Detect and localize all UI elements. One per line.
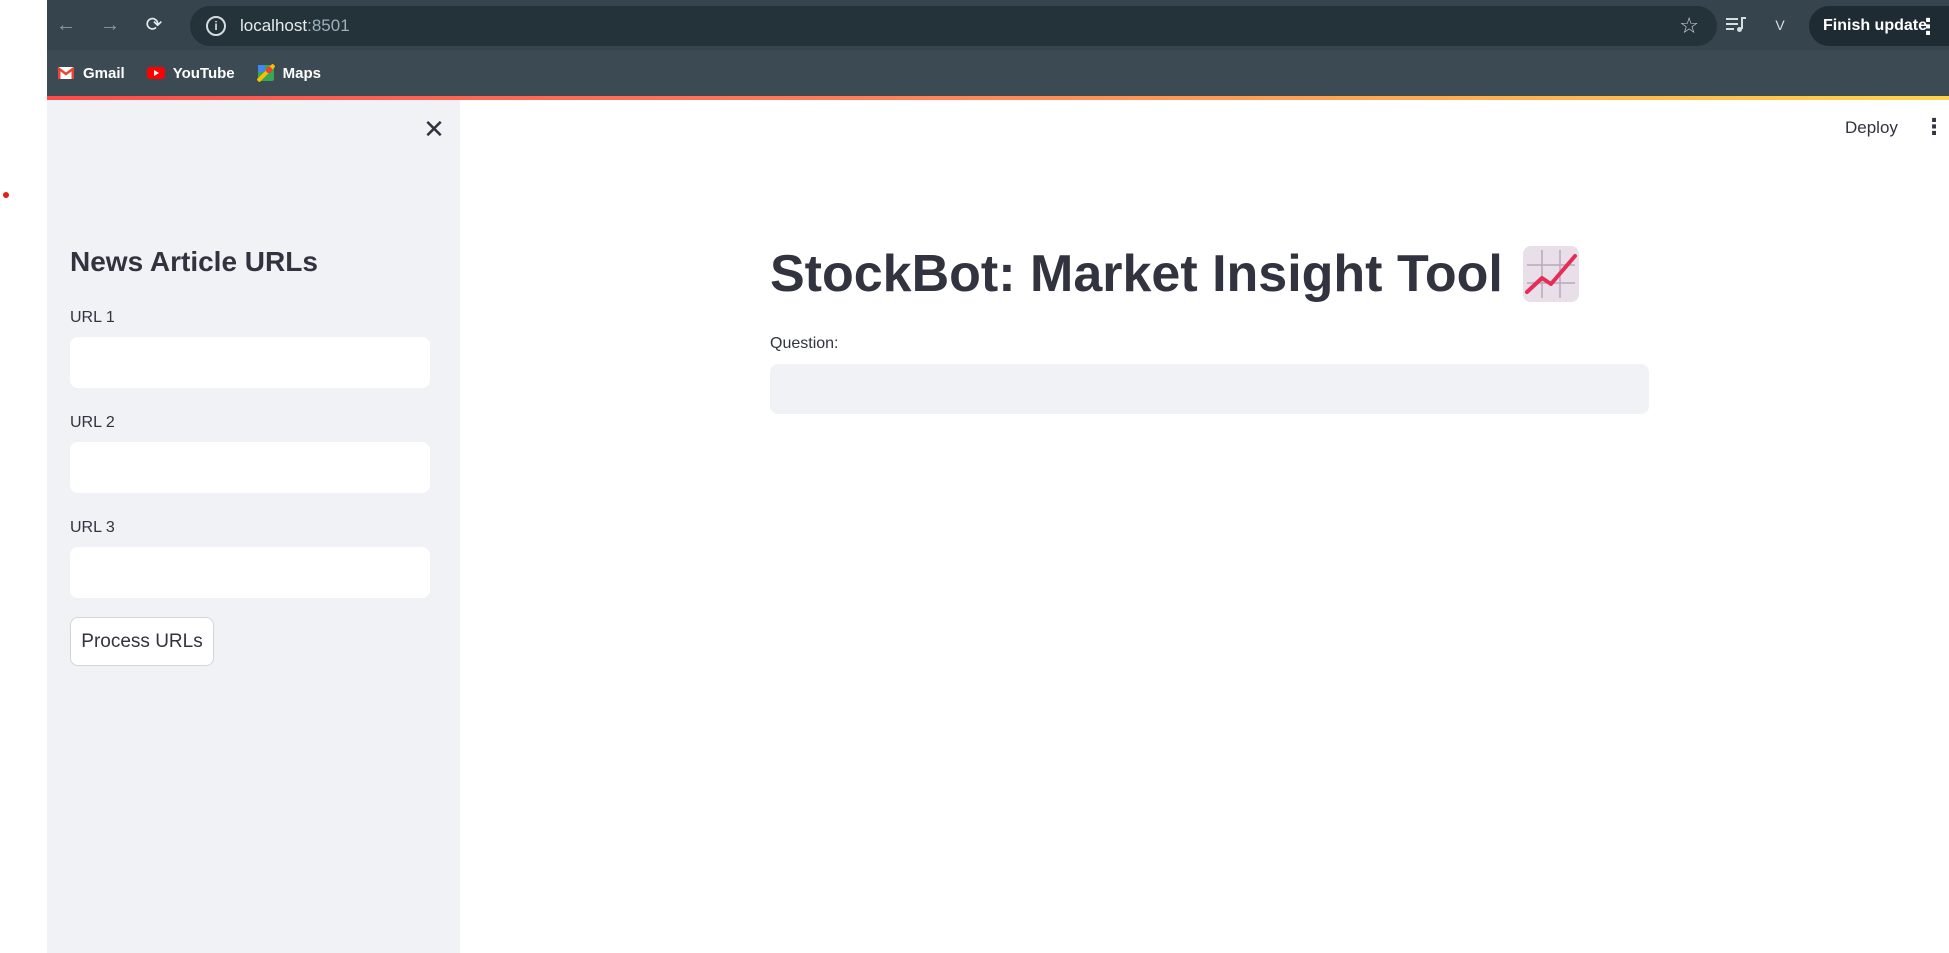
site-info-icon[interactable]: i xyxy=(206,16,226,36)
page-title: StockBot: Market Insight Tool xyxy=(770,244,1579,304)
finish-update-label: Finish update xyxy=(1823,17,1927,34)
chart-increasing-icon xyxy=(1522,246,1579,302)
app-menu-icon[interactable]: ⋮ xyxy=(1923,114,1945,140)
address-bar[interactable]: i localhost:8501 ☆ xyxy=(190,6,1717,46)
url-3-label: URL 3 xyxy=(70,519,115,536)
bookmark-label: Maps xyxy=(282,64,321,82)
url-1-label: URL 1 xyxy=(70,309,115,326)
bookmark-gmail[interactable]: Gmail xyxy=(57,64,125,82)
maps-icon xyxy=(256,64,275,82)
gmail-icon xyxy=(57,67,75,79)
question-input[interactable] xyxy=(770,364,1649,414)
bookmark-maps[interactable]: Maps xyxy=(256,64,321,82)
url-2-label: URL 2 xyxy=(70,414,115,431)
bookmark-label: YouTube xyxy=(172,64,235,82)
browser-toolbar: ← → ⟳ i localhost:8501 ☆ V Finish update… xyxy=(47,0,1949,50)
bookmark-youtube[interactable]: YouTube xyxy=(146,64,235,82)
deploy-button[interactable]: Deploy xyxy=(1845,118,1898,138)
question-label: Question: xyxy=(770,335,839,352)
url-host: localhost xyxy=(240,16,308,35)
bookmark-star-icon[interactable]: ☆ xyxy=(1679,13,1699,39)
sidebar-title: News Article URLs xyxy=(70,246,318,277)
finish-update-button[interactable]: Finish update ⋮ xyxy=(1809,6,1949,46)
media-queue-icon[interactable] xyxy=(1723,12,1749,38)
close-icon[interactable]: ✕ xyxy=(419,114,449,144)
sidebar: ✕ News Article URLs URL 1 URL 2 URL 3 Pr… xyxy=(47,100,460,953)
url-2-input[interactable] xyxy=(70,442,430,493)
url-3-input[interactable] xyxy=(70,547,430,598)
back-arrow-icon[interactable]: ← xyxy=(51,10,81,40)
chrome-menu-icon[interactable]: ⋮ xyxy=(1917,14,1939,40)
url-port: :8501 xyxy=(307,16,350,35)
browser-chrome: ← → ⟳ i localhost:8501 ☆ V Finish update… xyxy=(47,0,1949,97)
url-1-input[interactable] xyxy=(70,337,430,388)
bookmark-label: Gmail xyxy=(83,64,125,82)
profile-avatar[interactable]: V xyxy=(1767,12,1793,38)
reload-icon[interactable]: ⟳ xyxy=(139,10,169,40)
bookmarks-bar: Gmail YouTube Maps xyxy=(47,58,343,88)
page-title-text: StockBot: Market Insight Tool xyxy=(770,245,1503,303)
forward-arrow-icon[interactable]: → xyxy=(95,10,125,40)
youtube-icon xyxy=(146,67,165,79)
red-dot-marker xyxy=(3,192,9,198)
process-urls-button[interactable]: Process URLs xyxy=(70,617,214,666)
left-gutter xyxy=(0,0,47,953)
